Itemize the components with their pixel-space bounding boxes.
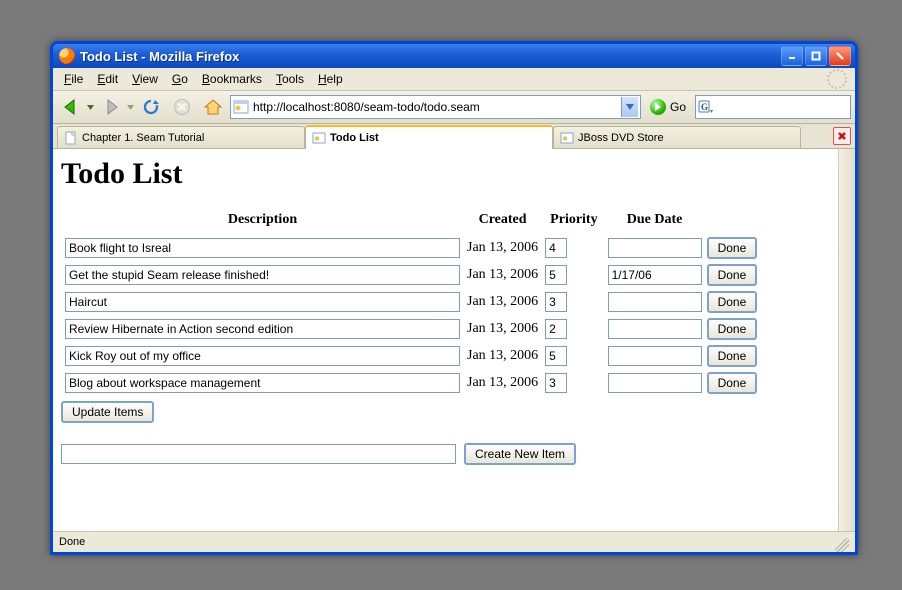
- description-input[interactable]: [65, 238, 460, 258]
- tab-seam-tutorial[interactable]: Chapter 1. Seam Tutorial: [57, 126, 305, 148]
- window-titlebar: Todo List - Mozilla Firefox: [53, 44, 855, 68]
- page-icon: [64, 131, 78, 145]
- col-due: Due Date: [607, 212, 703, 233]
- nav-reload-button[interactable]: [137, 93, 165, 121]
- back-history-dropdown[interactable]: [87, 104, 94, 111]
- table-row: Jan 13, 2006 Done: [64, 290, 758, 314]
- due-date-input[interactable]: [608, 238, 702, 258]
- due-date-input[interactable]: [608, 319, 702, 339]
- menu-go[interactable]: Go: [165, 70, 195, 88]
- activity-indicator-icon: [827, 69, 847, 89]
- firefox-icon: [59, 48, 75, 64]
- col-priority: Priority: [544, 212, 603, 233]
- go-label: Go: [670, 100, 686, 114]
- window-maximize-button[interactable]: [805, 46, 827, 66]
- done-button[interactable]: Done: [707, 264, 758, 286]
- tab-jboss-dvd[interactable]: JBoss DVD Store: [553, 126, 801, 148]
- due-date-input[interactable]: [608, 292, 702, 312]
- priority-input[interactable]: [545, 292, 567, 312]
- created-cell: Jan 13, 2006: [464, 236, 541, 260]
- search-bar: G: [695, 95, 851, 119]
- due-date-input[interactable]: [608, 373, 702, 393]
- content-viewport: Todo List Description Created Priority D…: [53, 149, 855, 531]
- browser-window: Todo List - Mozilla Firefox File Edit Vi…: [50, 41, 858, 555]
- menubar: File Edit View Go Bookmarks Tools Help: [53, 68, 855, 91]
- due-date-input[interactable]: [608, 346, 702, 366]
- nav-stop-button[interactable]: [168, 93, 196, 121]
- menu-edit[interactable]: Edit: [90, 70, 125, 88]
- seam-favicon-icon: [560, 131, 574, 145]
- window-title: Todo List - Mozilla Firefox: [80, 49, 781, 64]
- menu-help[interactable]: Help: [311, 70, 350, 88]
- window-minimize-button[interactable]: [781, 46, 803, 66]
- create-item-button[interactable]: Create New Item: [464, 443, 576, 465]
- created-cell: Jan 13, 2006: [464, 344, 541, 368]
- done-button[interactable]: Done: [707, 291, 758, 313]
- page-heading: Todo List: [61, 157, 831, 191]
- status-bar: Done: [53, 531, 855, 552]
- window-close-button[interactable]: [829, 46, 851, 66]
- go-button[interactable]: Go: [644, 99, 692, 115]
- priority-input[interactable]: [545, 346, 567, 366]
- tab-strip: Chapter 1. Seam Tutorial Todo List JBoss…: [53, 124, 855, 149]
- vertical-scrollbar[interactable]: [838, 149, 855, 531]
- menu-view[interactable]: View: [125, 70, 165, 88]
- priority-input[interactable]: [545, 373, 567, 393]
- created-cell: Jan 13, 2006: [464, 290, 541, 314]
- tab-label: Todo List: [330, 132, 379, 144]
- description-input[interactable]: [65, 292, 460, 312]
- done-button[interactable]: Done: [707, 345, 758, 367]
- new-item-row: Create New Item: [61, 443, 831, 465]
- forward-history-dropdown[interactable]: [127, 104, 134, 111]
- nav-home-button[interactable]: [199, 93, 227, 121]
- menu-bookmarks[interactable]: Bookmarks: [195, 70, 269, 88]
- url-history-dropdown[interactable]: [621, 97, 638, 117]
- created-cell: Jan 13, 2006: [464, 317, 541, 341]
- url-input[interactable]: [251, 98, 619, 116]
- nav-forward-button[interactable]: [97, 93, 125, 121]
- svg-text:G: G: [701, 102, 708, 112]
- new-item-input[interactable]: [61, 444, 456, 464]
- status-text: Done: [59, 536, 85, 548]
- search-input[interactable]: [716, 98, 848, 116]
- tab-label: Chapter 1. Seam Tutorial: [82, 132, 204, 144]
- table-row: Jan 13, 2006 Done: [64, 371, 758, 395]
- nav-back-button[interactable]: [57, 93, 85, 121]
- menu-file[interactable]: File: [57, 70, 90, 88]
- page-content: Todo List Description Created Priority D…: [53, 149, 839, 531]
- description-input[interactable]: [65, 373, 460, 393]
- close-tab-button[interactable]: [833, 127, 851, 145]
- created-cell: Jan 13, 2006: [464, 263, 541, 287]
- priority-input[interactable]: [545, 238, 567, 258]
- description-input[interactable]: [65, 346, 460, 366]
- done-button[interactable]: Done: [707, 318, 758, 340]
- tab-label: JBoss DVD Store: [578, 132, 664, 144]
- created-cell: Jan 13, 2006: [464, 371, 541, 395]
- table-row: Jan 13, 2006 Done: [64, 344, 758, 368]
- col-description: Description: [64, 212, 461, 233]
- done-button[interactable]: Done: [707, 237, 758, 259]
- site-favicon-icon: [233, 99, 249, 115]
- due-date-input[interactable]: [608, 265, 702, 285]
- priority-input[interactable]: [545, 265, 567, 285]
- table-row: Jan 13, 2006 Done: [64, 317, 758, 341]
- done-button[interactable]: Done: [707, 372, 758, 394]
- table-row: Jan 13, 2006 Done: [64, 263, 758, 287]
- priority-input[interactable]: [545, 319, 567, 339]
- table-row: Jan 13, 2006 Done: [64, 236, 758, 260]
- description-input[interactable]: [65, 319, 460, 339]
- nav-toolbar: Go G: [53, 91, 855, 124]
- resize-grip-icon[interactable]: [835, 538, 849, 552]
- update-items-button[interactable]: Update Items: [61, 401, 154, 423]
- col-created: Created: [464, 212, 541, 233]
- todo-table: Description Created Priority Due Date Ja…: [61, 209, 761, 398]
- search-engine-icon[interactable]: G: [698, 99, 714, 115]
- address-bar: [230, 95, 641, 119]
- description-input[interactable]: [65, 265, 460, 285]
- tab-todo-list[interactable]: Todo List: [305, 125, 553, 149]
- seam-favicon-icon: [312, 131, 326, 145]
- menu-tools[interactable]: Tools: [269, 70, 311, 88]
- go-icon: [650, 99, 666, 115]
